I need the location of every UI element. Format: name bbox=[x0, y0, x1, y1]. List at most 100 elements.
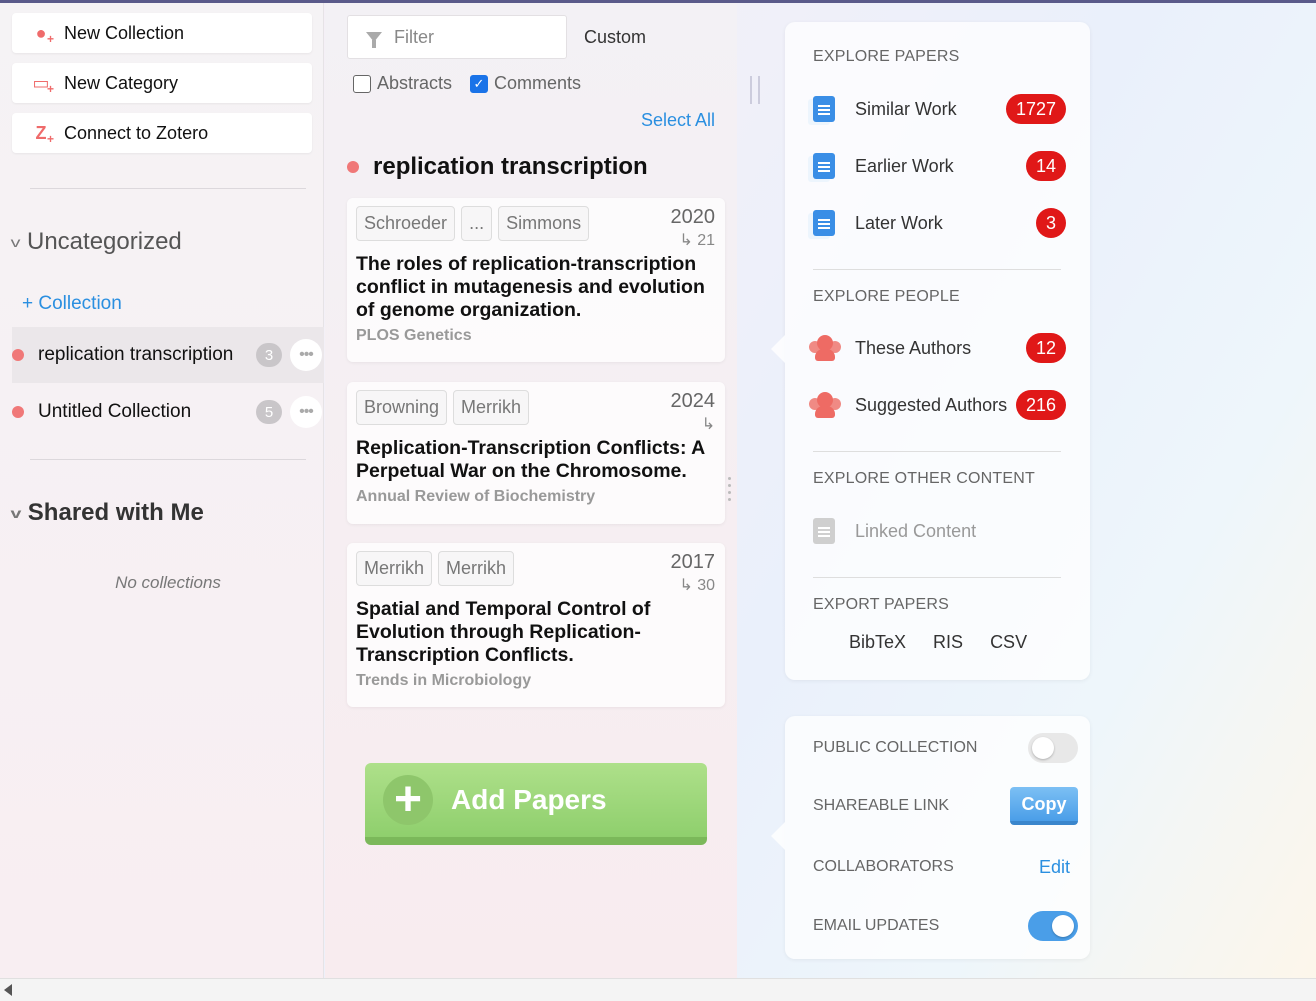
no-collections-text: No collections bbox=[115, 573, 221, 592]
email-updates-toggle[interactable] bbox=[1028, 911, 1078, 941]
panel-pointer bbox=[771, 335, 785, 363]
collection-dot bbox=[12, 406, 24, 418]
horizontal-scrollbar[interactable] bbox=[0, 978, 1316, 1001]
collection-item-replication-transcription[interactable]: replication transcription 3 ••• bbox=[12, 327, 324, 383]
paper-year: 2017 bbox=[670, 551, 716, 573]
more-options-button[interactable]: ••• bbox=[290, 339, 322, 371]
edit-collaborators-link[interactable]: Edit bbox=[1039, 857, 1070, 878]
earlier-work-item[interactable]: Earlier Work 14 bbox=[808, 146, 1066, 186]
author-tag[interactable]: Merrikh bbox=[453, 390, 530, 425]
explore-other-heading: EXPLORE OTHER CONTENT bbox=[813, 470, 1036, 487]
export-options: BibTeX RIS CSV bbox=[849, 632, 1027, 653]
collection-dot bbox=[347, 161, 359, 173]
suggested-authors-count: 216 bbox=[1015, 390, 1066, 420]
panel-divider bbox=[813, 451, 1061, 452]
document-stack-icon bbox=[808, 208, 839, 239]
collection-item-untitled[interactable]: Untitled Collection 5 ••• bbox=[12, 384, 324, 440]
sort-dropdown[interactable]: Custom bbox=[584, 27, 646, 48]
explore-panel: EXPLORE PAPERS Similar Work 1727 Earlier… bbox=[771, 22, 1090, 680]
similar-work-label: Similar Work bbox=[855, 98, 957, 119]
paper-journal: Annual Review of Biochemistry bbox=[356, 488, 596, 505]
scroll-left-icon[interactable] bbox=[4, 984, 12, 996]
panel-divider bbox=[813, 269, 1061, 270]
paper-title: Spatial and Temporal Control of Evolutio… bbox=[356, 598, 651, 666]
new-category-icon: ▭ + bbox=[32, 72, 54, 97]
author-tag-ellipsis[interactable]: ... bbox=[461, 206, 493, 241]
add-papers-button[interactable]: + Add Papers bbox=[365, 763, 707, 845]
new-category-button[interactable]: ▭ + New Category bbox=[12, 63, 312, 103]
sidebar: ● + New Collection ▭ + New Category Z + Con… bbox=[0, 3, 324, 978]
people-icon bbox=[809, 333, 841, 363]
paper-card[interactable]: Merrikh Merrikh 2017 ↳ 30 Spatial and Te… bbox=[347, 543, 725, 707]
panel-pointer bbox=[771, 822, 785, 850]
panel-resize-handle[interactable] bbox=[750, 76, 760, 104]
filter-input[interactable]: Filter bbox=[347, 15, 567, 59]
add-papers-label: Add Papers bbox=[451, 784, 607, 815]
paper-title: Replication-Transcription Conflicts: A P… bbox=[356, 437, 705, 482]
shared-title: Shared with Me bbox=[27, 499, 204, 526]
new-collection-button[interactable]: ● + New Collection bbox=[12, 13, 312, 53]
public-collection-toggle[interactable] bbox=[1028, 733, 1078, 763]
linked-document-icon bbox=[809, 516, 839, 546]
paper-year: 2024 bbox=[670, 390, 716, 412]
paper-list-panel: Filter Custom Abstracts ✓ Comments Selec… bbox=[325, 3, 737, 978]
email-updates-row: EMAIL UPDATES bbox=[813, 906, 1078, 946]
public-collection-row: PUBLIC COLLECTION bbox=[813, 728, 1078, 768]
abstracts-checkbox[interactable]: Abstracts bbox=[353, 73, 452, 94]
these-authors-count: 12 bbox=[1025, 333, 1066, 363]
shared-with-me-header[interactable]: v Shared with Me bbox=[10, 499, 204, 527]
select-all-link[interactable]: Select All bbox=[641, 110, 715, 131]
citation-count: ↳ 30 bbox=[679, 577, 715, 594]
document-icon bbox=[808, 94, 839, 125]
new-collection-icon: ● + bbox=[35, 22, 54, 47]
explore-people-heading: EXPLORE PEOPLE bbox=[813, 288, 960, 305]
chevron-down-icon: v bbox=[10, 234, 21, 250]
chevron-down-icon: v bbox=[10, 505, 22, 521]
paper-card[interactable]: Schroeder ... Simmons 2020 ↳ 21 The role… bbox=[347, 198, 725, 362]
filter-placeholder: Filter bbox=[394, 26, 434, 47]
collection-heading: replication transcription bbox=[347, 153, 648, 181]
add-collection-link[interactable]: + Collection bbox=[22, 293, 122, 315]
uncategorized-header[interactable]: v Uncategorized bbox=[10, 228, 182, 256]
export-papers-heading: EXPORT PAPERS bbox=[813, 596, 949, 613]
collection-title: replication transcription bbox=[373, 153, 648, 180]
author-tag[interactable]: Merrikh bbox=[356, 551, 433, 586]
these-authors-item[interactable]: These Authors 12 bbox=[809, 328, 1066, 368]
comments-label: Comments bbox=[494, 73, 582, 93]
uncategorized-title: Uncategorized bbox=[27, 228, 182, 255]
citation-count: ↳ bbox=[701, 416, 715, 433]
connect-zotero-button[interactable]: Z + Connect to Zotero bbox=[12, 113, 312, 153]
suggested-authors-item[interactable]: Suggested Authors 216 bbox=[809, 385, 1066, 425]
later-work-item[interactable]: Later Work 3 bbox=[808, 203, 1066, 243]
collection-count-badge: 3 bbox=[256, 343, 282, 367]
author-tag[interactable]: Browning bbox=[356, 390, 448, 425]
export-csv-button[interactable]: CSV bbox=[990, 632, 1027, 653]
people-icon bbox=[809, 390, 841, 420]
abstracts-label: Abstracts bbox=[377, 73, 453, 93]
author-tag[interactable]: Simmons bbox=[498, 206, 590, 241]
earlier-work-label: Earlier Work bbox=[855, 155, 954, 176]
plus-icon: + bbox=[383, 775, 433, 825]
suggested-authors-label: Suggested Authors bbox=[855, 394, 1008, 415]
linked-content-label: Linked Content bbox=[855, 520, 977, 541]
explore-papers-heading: EXPLORE PAPERS bbox=[813, 48, 960, 65]
email-updates-label: EMAIL UPDATES bbox=[813, 917, 940, 934]
paper-journal: PLOS Genetics bbox=[356, 327, 472, 344]
copy-link-button[interactable]: Copy bbox=[1010, 787, 1078, 825]
earlier-work-count: 14 bbox=[1025, 151, 1066, 181]
paper-card[interactable]: Browning Merrikh 2024 ↳ Replication-Tran… bbox=[347, 382, 725, 524]
author-tag[interactable]: Schroeder bbox=[356, 206, 456, 241]
export-bibtex-button[interactable]: BibTeX bbox=[849, 632, 906, 653]
more-options-button[interactable]: ••• bbox=[290, 396, 322, 428]
panel-divider bbox=[813, 577, 1061, 578]
comments-checkbox[interactable]: ✓ Comments bbox=[470, 73, 581, 94]
collection-dot bbox=[12, 349, 24, 361]
sidebar-divider bbox=[30, 188, 306, 189]
author-tag[interactable]: Merrikh bbox=[438, 551, 515, 586]
export-ris-button[interactable]: RIS bbox=[933, 632, 963, 653]
collaborators-label: COLLABORATORS bbox=[813, 858, 954, 875]
these-authors-label: These Authors bbox=[855, 337, 972, 358]
linked-content-item[interactable]: Linked Content bbox=[809, 511, 1066, 551]
resize-grip-icon[interactable] bbox=[728, 477, 732, 509]
similar-work-item[interactable]: Similar Work 1727 bbox=[808, 89, 1066, 129]
